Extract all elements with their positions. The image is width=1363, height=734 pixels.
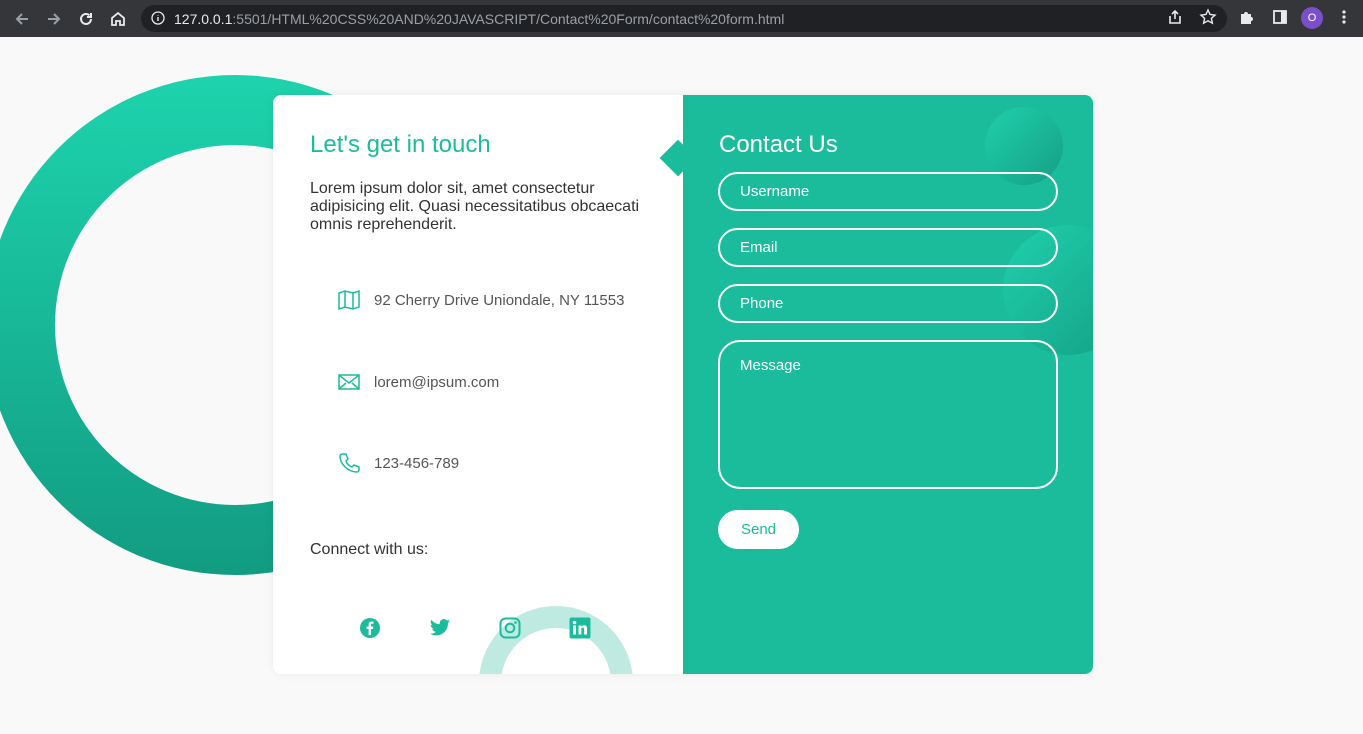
facebook-link[interactable] [358,616,382,640]
contact-info-panel: Let's get in touch Lorem ipsum dolor sit… [273,95,683,674]
url-path: :5501/HTML%20CSS%20AND%20JAVASCRIPT/Cont… [232,11,785,27]
contact-card: Let's get in touch Lorem ipsum dolor sit… [273,95,1093,674]
map-icon [338,289,360,311]
contact-info-intro: Lorem ipsum dolor sit, amet consectetur … [310,180,640,233]
email-text: lorem@ipsum.com [374,373,500,391]
username-field[interactable]: Username [718,172,1058,211]
forward-arrow-icon [48,13,61,25]
connect-label: Connect with us: [310,541,429,558]
menu-button[interactable] [1335,8,1353,31]
back-arrow-icon [15,13,28,25]
email-row: lorem@ipsum.com [338,371,499,393]
back-button[interactable] [11,8,33,30]
share-button[interactable] [1166,8,1184,31]
side-panel-button[interactable] [1271,8,1289,31]
puzzle-icon [1241,12,1253,24]
home-icon [111,11,125,26]
facebook-icon [360,618,380,638]
email-field[interactable]: Email [718,228,1058,267]
side-panel-icon [1273,10,1287,24]
phone-text: 123-456-789 [374,454,460,472]
profile-avatar[interactable]: O [1301,7,1323,29]
instagram-icon [499,617,521,639]
send-button[interactable]: Send [718,510,799,549]
form-title: Contact Us [719,131,838,158]
bookmark-button[interactable] [1199,8,1217,31]
reload-button[interactable] [75,8,97,30]
extensions-button[interactable] [1238,8,1256,31]
linkedin-icon [569,617,591,639]
contact-form-panel: Contact Us Username Email Phone Message … [683,95,1093,674]
star-icon [1199,8,1217,25]
reload-icon [80,12,92,25]
share-icon [1169,9,1181,24]
twitter-link[interactable] [428,616,452,640]
instagram-link[interactable] [498,616,522,640]
page: Let's get in touch Lorem ipsum dolor sit… [0,37,1363,734]
contact-info-title: Let's get in touch [310,131,491,158]
address-text: 92 Cherry Drive Uniondale, NY 11553 [374,291,625,309]
forward-button[interactable] [43,8,65,30]
address-bar[interactable]: 127.0.0.1:5501/HTML%20CSS%20AND%20JAVASC… [141,5,1227,32]
linkedin-link[interactable] [568,616,592,640]
site-info-icon[interactable] [151,11,165,25]
phone-row: 123-456-789 [338,452,459,474]
phone-field[interactable]: Phone [718,284,1058,323]
home-button[interactable] [107,8,129,30]
phone-icon [338,452,360,474]
browser-toolbar: 127.0.0.1:5501/HTML%20CSS%20AND%20JAVASC… [0,0,1363,37]
url-host: 127.0.0.1 [174,11,233,27]
message-field[interactable]: Message [718,340,1058,489]
url-text: 127.0.0.1:5501/HTML%20CSS%20AND%20JAVASC… [174,11,784,27]
address-row: 92 Cherry Drive Uniondale, NY 11553 [338,289,624,311]
envelope-icon [338,371,360,393]
kebab-menu-icon [1342,10,1346,24]
twitter-icon [429,619,451,636]
